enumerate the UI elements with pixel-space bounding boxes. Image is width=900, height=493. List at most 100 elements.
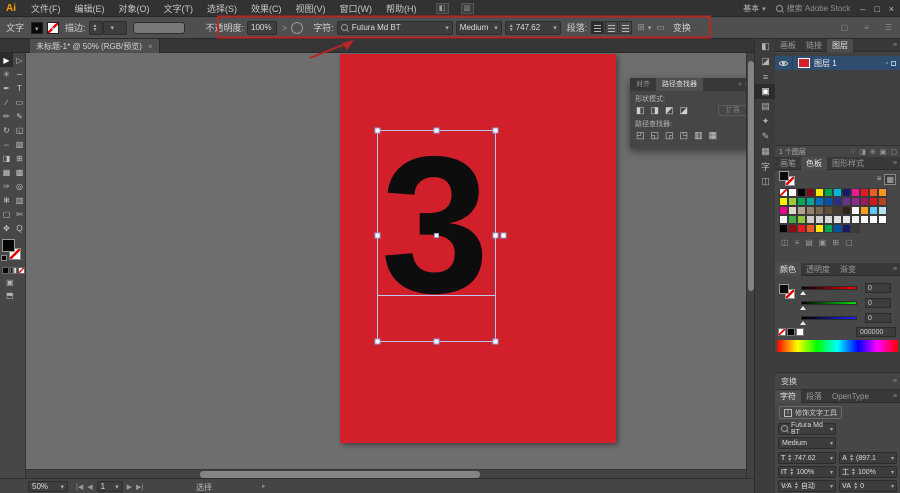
swatch[interactable]: [869, 197, 878, 206]
libraries-panel-icon[interactable]: ≡: [755, 69, 776, 84]
tab-swatches[interactable]: 色板: [801, 156, 827, 170]
swatch[interactable]: [788, 188, 797, 197]
swatches-menu-icon[interactable]: ≡: [893, 160, 897, 167]
swatch[interactable]: [779, 215, 788, 224]
paintbrush-tool[interactable]: ✏: [0, 109, 13, 123]
swatch[interactable]: [869, 188, 878, 197]
selection-tool[interactable]: ▶: [0, 53, 13, 67]
swatch[interactable]: [851, 206, 860, 215]
delete-swatch-icon[interactable]: ▢: [845, 238, 853, 247]
hand-tool[interactable]: ✥: [0, 221, 13, 235]
vertical-scale-field[interactable]: IT ▲ ▼ 100% ▾: [778, 466, 836, 478]
trim-icon[interactable]: ◱: [651, 130, 660, 141]
new-color-group-icon[interactable]: ▣: [819, 238, 827, 247]
align-right-icon[interactable]: [619, 21, 633, 34]
rotate-tool[interactable]: ↻: [0, 123, 13, 137]
grid-view-icon[interactable]: ▦: [884, 173, 896, 185]
swatch[interactable]: [824, 215, 833, 224]
swatch[interactable]: [806, 188, 815, 197]
stroke-weight-stepper[interactable]: ▲ ▼: [88, 20, 104, 35]
swatch[interactable]: [878, 197, 887, 206]
minus-back-icon[interactable]: ▦: [709, 130, 718, 141]
touch-type-tool-button[interactable]: T 修饰文字工具: [779, 406, 842, 419]
swatch[interactable]: [779, 224, 788, 233]
swatch[interactable]: [788, 215, 797, 224]
swatch[interactable]: [815, 215, 824, 224]
menu-item-5[interactable]: 效果(C): [244, 2, 289, 15]
g-slider-thumb[interactable]: [800, 306, 806, 310]
collapse-panel-icon[interactable]: «: [738, 81, 742, 88]
export-panel-icon[interactable]: ◫: [755, 174, 776, 189]
font-size-field[interactable]: ▲ ▼ 747.62: [504, 20, 561, 35]
layer-row[interactable]: 图层 1 ◦: [775, 56, 900, 70]
free-transform-tool[interactable]: ▧: [13, 137, 26, 151]
divide-icon[interactable]: ◰: [636, 130, 645, 141]
swatch[interactable]: [815, 224, 824, 233]
drawing-mode-icon[interactable]: ▣: [6, 278, 25, 287]
swatch[interactable]: [833, 215, 842, 224]
color-spectrum-bar[interactable]: [777, 340, 898, 352]
swatch[interactable]: [797, 188, 806, 197]
swatch[interactable]: [797, 197, 806, 206]
symbol-sprayer-tool[interactable]: ✻: [0, 193, 13, 207]
control-bar-far-icon-0[interactable]: ▢: [841, 23, 849, 32]
pencil-tool[interactable]: ✎: [13, 109, 26, 123]
character-font-field[interactable]: Futura Md BT ▾: [778, 422, 836, 436]
layer-name[interactable]: 图层 1: [814, 58, 837, 69]
document-layout-icon[interactable]: ▥: [460, 2, 474, 14]
horizontal-scale-field[interactable]: 工 ▲ ▼ 100% ▾: [839, 466, 897, 478]
menu-item-6[interactable]: 视图(V): [289, 2, 333, 15]
delete-layer-icon[interactable]: ▢: [890, 148, 897, 156]
swatch[interactable]: [815, 197, 824, 206]
mesh-tool[interactable]: ▦: [0, 165, 13, 179]
list-view-icon[interactable]: ≡: [877, 174, 882, 185]
close-button[interactable]: ×: [889, 4, 894, 14]
exclude-icon[interactable]: ◪: [680, 105, 689, 116]
tab-pathfinder[interactable]: 路径查找器: [656, 78, 703, 91]
swatch[interactable]: [815, 188, 824, 197]
swatch[interactable]: [806, 215, 815, 224]
layer-target-icon[interactable]: ◦: [886, 60, 888, 67]
none-mode-icon[interactable]: [18, 267, 25, 274]
intersect-icon[interactable]: ◩: [665, 105, 674, 116]
brushes-panel-icon[interactable]: ✎: [755, 129, 776, 144]
pen-tool[interactable]: ✒: [0, 81, 13, 95]
layers-menu-icon[interactable]: ≡: [893, 42, 897, 49]
swatch[interactable]: [878, 188, 887, 197]
horizontal-scrollbar[interactable]: [26, 469, 746, 478]
align-center-icon[interactable]: [605, 21, 619, 34]
swatch[interactable]: [788, 206, 797, 215]
properties-panel-icon[interactable]: ◧: [755, 39, 776, 54]
swatch[interactable]: [833, 197, 842, 206]
tab-artboards[interactable]: 画板: [775, 39, 801, 52]
artboards-panel-icon[interactable]: ▤: [755, 99, 776, 114]
hex-value-field[interactable]: 000000: [856, 327, 896, 337]
stroke-color-swatch[interactable]: [47, 21, 60, 34]
swatch[interactable]: [797, 224, 806, 233]
swatch[interactable]: [788, 224, 797, 233]
tab-character[interactable]: 字符: [775, 389, 801, 403]
arrange-documents-icon[interactable]: ◧: [435, 2, 449, 14]
swatch[interactable]: [833, 206, 842, 215]
tab-layers[interactable]: 图层: [827, 38, 853, 52]
font-family-dropdown[interactable]: Futura Md BT: [336, 20, 453, 35]
visibility-eye-icon[interactable]: [779, 60, 788, 66]
swatch[interactable]: [788, 197, 797, 206]
swatch[interactable]: [851, 224, 860, 233]
color-fill-stroke-proxy[interactable]: [779, 284, 797, 300]
fill-color-swatch[interactable]: [31, 21, 44, 34]
symbols-panel-icon[interactable]: ✦: [755, 114, 776, 129]
horizontal-scrollbar-thumb[interactable]: [200, 471, 480, 478]
width-profile-dropdown[interactable]: [133, 21, 186, 34]
swatch[interactable]: [797, 215, 806, 224]
swatch[interactable]: [860, 197, 869, 206]
new-layer-icon[interactable]: ▣: [880, 148, 887, 156]
transform-button[interactable]: 变换: [673, 21, 691, 34]
menu-item-3[interactable]: 文字(T): [157, 2, 201, 15]
none-swatch-icon[interactable]: [778, 328, 786, 336]
style-circle-icon[interactable]: [291, 21, 304, 34]
b-slider-thumb[interactable]: [800, 321, 806, 325]
tracking-field[interactable]: VA ▲ ▼ 0 ▾: [839, 480, 897, 492]
transform-panel-header[interactable]: 变换 ≡: [775, 372, 900, 390]
lasso-tool[interactable]: ∽: [13, 67, 26, 81]
